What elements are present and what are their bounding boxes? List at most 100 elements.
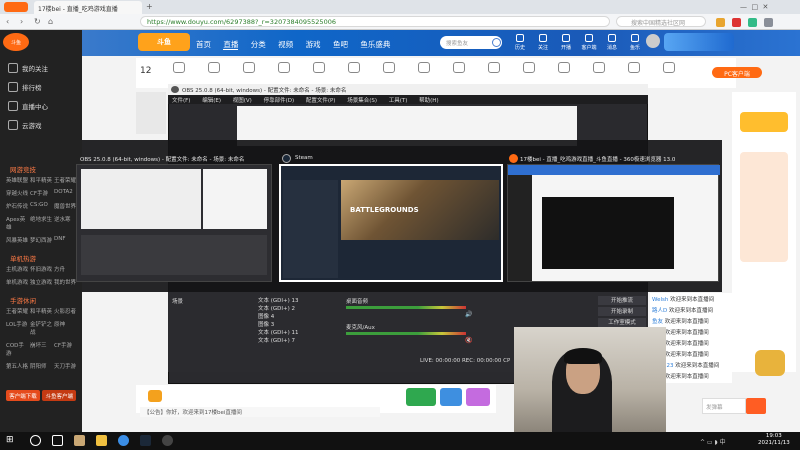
extension-icon[interactable] <box>716 18 725 27</box>
broadcast-button[interactable]: 开播 <box>556 34 576 51</box>
task-thumb-obs[interactable] <box>76 164 272 282</box>
chat-username[interactable]: 鱼友 <box>652 319 663 325</box>
category-link[interactable]: DNF <box>54 236 76 244</box>
extension-icon[interactable] <box>732 18 741 27</box>
menu-help[interactable]: 帮助(H) <box>419 98 438 104</box>
sidebar-item-rank[interactable]: 排行榜 <box>0 77 82 96</box>
browser-icon[interactable] <box>118 435 129 446</box>
browser-search-input[interactable]: 搜索中国精选社区网 <box>616 16 706 27</box>
category-link[interactable]: LOL手游 <box>6 320 28 336</box>
start-stream-button[interactable]: 开始推流 <box>598 296 646 305</box>
category-icon[interactable] <box>203 62 225 84</box>
nav-live[interactable]: 直播 <box>223 40 239 50</box>
menu-tools[interactable]: 工具(T) <box>389 98 408 104</box>
pc-client-button[interactable]: PC客户端 <box>712 67 762 78</box>
browser-logo-icon[interactable] <box>4 2 28 12</box>
category-link[interactable]: 阴阳师 <box>30 362 52 370</box>
mute-icon[interactable]: 🔇 <box>465 337 472 344</box>
home-icon[interactable]: ⌂ <box>48 17 53 26</box>
message-button[interactable]: 消息 <box>602 34 622 51</box>
pubg-icon[interactable] <box>74 435 85 446</box>
category-link[interactable]: CF手游 <box>54 341 76 357</box>
chat-input[interactable]: 发弹幕 <box>702 398 746 414</box>
url-input[interactable]: https://www.douyu.com/6297388?_r=3207384… <box>140 16 610 27</box>
nav-fishbar[interactable]: 鱼吧 <box>333 40 348 49</box>
gift-icon[interactable] <box>440 388 462 406</box>
category-link[interactable]: 火影忍者 <box>54 307 76 315</box>
window-controls[interactable]: — □ ✕ <box>740 3 768 11</box>
menu-view[interactable]: 视图(V) <box>233 98 252 104</box>
source-item[interactable]: 图像 3 <box>258 320 338 328</box>
back-icon[interactable]: ‹ <box>6 17 9 26</box>
sidebar-item-follow[interactable]: 我的关注 <box>0 58 82 77</box>
category-link[interactable]: 方舟 <box>54 265 76 273</box>
nav-festival[interactable]: 鱼乐盛典 <box>360 40 390 49</box>
category-link[interactable]: 天刀手游 <box>54 362 76 370</box>
source-item[interactable]: 文本 (GDI+) 7 <box>258 336 338 344</box>
category-icon[interactable] <box>483 62 505 84</box>
browser-tab[interactable]: 17楼bei - 直播_吃鸡游戏直播 <box>34 1 142 14</box>
start-record-button[interactable]: 开始录制 <box>598 307 646 316</box>
sidebar-item-live-center[interactable]: 直播中心 <box>0 96 82 115</box>
category-link[interactable]: 逆水寒 <box>54 215 76 231</box>
follow-button[interactable]: 关注 <box>533 34 553 51</box>
category-link[interactable]: 怀旧游戏 <box>30 265 52 273</box>
category-link[interactable]: 风暴英雄 <box>6 236 28 244</box>
category-link[interactable]: 穿越火线 <box>6 189 28 197</box>
speaker-icon[interactable]: 🔊 <box>465 311 472 318</box>
sidebar-logo[interactable]: 斗鱼 <box>3 33 29 51</box>
clock[interactable]: 19:03 2021/11/13 <box>758 433 790 447</box>
search-icon[interactable] <box>30 435 41 446</box>
category-link[interactable]: 王者荣耀 <box>6 307 28 315</box>
gift-panel[interactable] <box>740 152 788 262</box>
category-icon[interactable] <box>448 62 470 84</box>
category-icon[interactable] <box>588 62 610 84</box>
category-link[interactable]: Apex英雄 <box>6 215 28 231</box>
category-link[interactable]: 和平精英 <box>30 307 52 315</box>
category-icon[interactable] <box>518 62 540 84</box>
chat-username[interactable]: 路人D <box>652 308 667 314</box>
extension-icon[interactable] <box>748 18 757 27</box>
category-icon[interactable] <box>553 62 575 84</box>
menu-icon[interactable] <box>764 18 773 27</box>
avatar[interactable] <box>646 34 660 48</box>
site-logo[interactable]: 斗鱼 <box>138 33 190 51</box>
nav-video[interactable]: 视频 <box>278 40 293 49</box>
gift-icon[interactable] <box>406 388 436 406</box>
search-icon[interactable] <box>492 38 501 47</box>
send-button[interactable] <box>746 398 766 414</box>
task-view-icon[interactable] <box>52 435 63 446</box>
menu-edit[interactable]: 编辑(E) <box>202 98 221 104</box>
task-thumb-browser[interactable] <box>507 164 720 282</box>
steam-icon[interactable] <box>140 435 151 446</box>
gift-icon[interactable] <box>148 390 162 402</box>
promo-banner[interactable] <box>740 112 788 132</box>
category-link[interactable]: 梦幻西游 <box>30 236 52 244</box>
category-link[interactable]: 王者荣耀 <box>54 176 76 184</box>
studio-mode-button[interactable]: 工作室模式 <box>598 318 646 327</box>
download-client-button[interactable]: 客户端下载 <box>6 390 40 401</box>
nav-game[interactable]: 游戏 <box>306 40 321 49</box>
start-icon[interactable]: ⊞ <box>6 436 14 445</box>
category-icon[interactable] <box>658 62 680 84</box>
category-link[interactable]: 绝地求生 <box>30 215 52 231</box>
category-link[interactable]: 主机游戏 <box>6 265 28 273</box>
client-download-button[interactable]: 客户端 <box>579 34 599 51</box>
menu-docks[interactable]: 停靠部件(D) <box>264 98 295 104</box>
category-link[interactable]: 单机游戏 <box>6 278 28 286</box>
category-link[interactable]: 崩坏三 <box>30 341 52 357</box>
forward-icon[interactable]: › <box>20 17 23 26</box>
fun-button[interactable]: 鱼乐 <box>625 34 645 51</box>
category-link[interactable]: DOTA2 <box>54 189 76 197</box>
category-icon[interactable] <box>623 62 645 84</box>
category-icon[interactable] <box>343 62 365 84</box>
new-tab-icon[interactable]: + <box>146 3 154 11</box>
source-item[interactable]: 文本 (GDI+) 13 <box>258 296 338 304</box>
category-link[interactable]: 独立游戏 <box>30 278 52 286</box>
tray-icons[interactable]: ^ ▭ ◗ 中 <box>700 437 726 446</box>
refresh-icon[interactable]: ↻ <box>34 17 41 26</box>
scene-list-item[interactable]: 场景 <box>172 297 183 305</box>
nav-home[interactable]: 首页 <box>196 40 211 49</box>
gift-icon[interactable] <box>466 388 490 406</box>
header-banner[interactable] <box>664 33 734 51</box>
